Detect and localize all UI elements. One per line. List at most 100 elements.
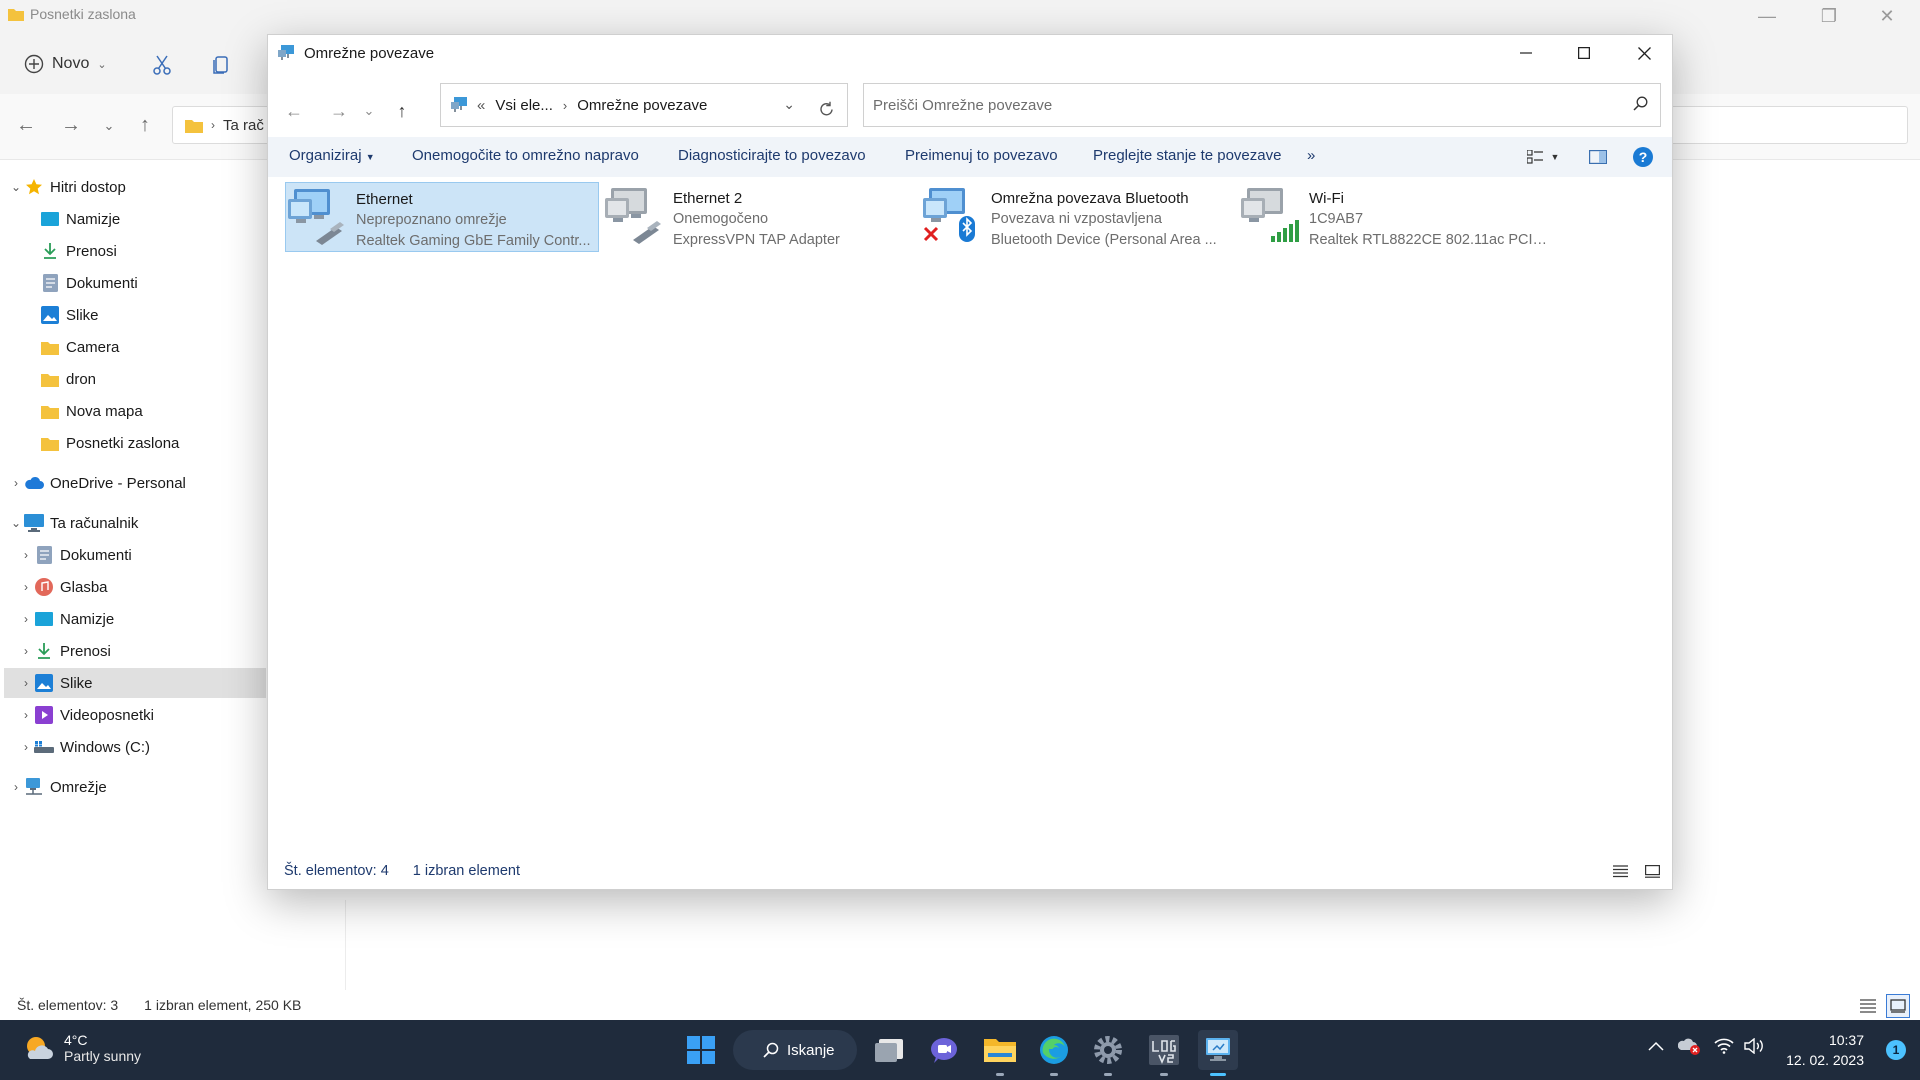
forward-button[interactable]: → xyxy=(58,114,84,137)
task-view-button[interactable] xyxy=(870,1030,910,1070)
chevron-down-icon[interactable]: ⌄ xyxy=(8,516,24,530)
start-button[interactable] xyxy=(681,1030,721,1070)
control-panel-taskbar-button[interactable] xyxy=(1198,1030,1238,1076)
dialog-address-bar[interactable]: « Vsi ele... › Omrežne povezave ⌄ xyxy=(440,83,848,127)
recent-locations-button[interactable]: ⌄ xyxy=(96,118,122,134)
connection-item-bluetooth[interactable]: Omrežna povezava Bluetooth Povezava ni v… xyxy=(921,182,1235,252)
sidebar-item-screenshots[interactable]: Posnetki zaslona xyxy=(40,428,179,458)
close-icon xyxy=(1637,46,1651,60)
close-button[interactable]: ✕ xyxy=(1862,0,1912,32)
disable-device-button[interactable]: Onemogočite to omrežno napravo xyxy=(412,147,639,164)
chevron-right-icon[interactable]: › xyxy=(18,580,34,594)
organize-menu[interactable]: Organiziraj ▼ xyxy=(289,147,375,164)
sidebar-item-music[interactable]: › Glasba xyxy=(18,572,108,602)
restore-button[interactable]: ❐ xyxy=(1804,0,1854,32)
sidebar-item-pictures[interactable]: Slike xyxy=(40,300,99,330)
chevron-right-icon[interactable]: › xyxy=(18,644,34,658)
plus-circle-icon xyxy=(24,54,44,74)
dialog-maximize-button[interactable] xyxy=(1554,35,1614,71)
chevron-right-icon[interactable]: › xyxy=(8,476,24,490)
list-icon xyxy=(1860,999,1876,1013)
search-input[interactable] xyxy=(873,96,1613,114)
minimize-button[interactable]: — xyxy=(1742,0,1792,32)
details-view-button[interactable] xyxy=(1608,859,1632,883)
sidebar-item-onedrive[interactable]: › OneDrive - Personal xyxy=(8,468,186,498)
dialog-close-button[interactable] xyxy=(1614,35,1674,71)
sidebar-item-pc-documents[interactable]: › Dokumenti xyxy=(18,540,132,570)
volume-tray-icon[interactable] xyxy=(1744,1037,1766,1059)
new-button[interactable]: Novo ⌄ xyxy=(24,46,107,82)
sidebar-item-pc-desktop[interactable]: › Namizje xyxy=(18,604,114,634)
sidebar-item-new-folder[interactable]: Nova mapa xyxy=(40,396,143,426)
connection-item-ethernet-2[interactable]: Ethernet 2 Onemogočeno ExpressVPN TAP Ad… xyxy=(603,182,917,252)
breadcrumb-overflow[interactable]: « xyxy=(477,97,485,114)
diagnose-connection-button[interactable]: Diagnosticirajte to povezavo xyxy=(678,147,866,164)
tiles-view-button[interactable] xyxy=(1640,859,1664,883)
help-button[interactable]: ? xyxy=(1632,145,1654,169)
up-button[interactable]: ↑ xyxy=(132,114,158,137)
change-view-button[interactable]: ▼ xyxy=(1522,145,1564,169)
dialog-back-button[interactable]: ← xyxy=(278,95,310,127)
sidebar-item-downloads[interactable]: Prenosi xyxy=(40,236,117,266)
sidebar-item-documents[interactable]: Dokumenti xyxy=(40,268,138,298)
dialog-selection-count: 1 izbran element xyxy=(412,863,520,879)
connection-item-ethernet[interactable]: Ethernet Neprepoznano omrežje Realtek Ga… xyxy=(285,182,599,252)
wifi-tray-icon[interactable] xyxy=(1714,1038,1734,1059)
weather-widget[interactable]: 4°C Partly sunny xyxy=(22,1032,141,1064)
more-commands-button[interactable]: » xyxy=(1307,147,1315,164)
search-icon[interactable] xyxy=(1633,96,1648,115)
cut-button[interactable] xyxy=(146,49,178,81)
connection-item-wifi[interactable]: Wi-Fi 1C9AB7 Realtek RTL8822CE 802.11ac … xyxy=(1239,182,1553,252)
sidebar-item-desktop[interactable]: Namizje xyxy=(40,204,120,234)
logo-app-taskbar-button[interactable] xyxy=(1144,1030,1184,1076)
sidebar-item-pc-downloads[interactable]: › Prenosi xyxy=(18,636,111,666)
sidebar-item-network[interactable]: › Omrežje xyxy=(8,772,107,802)
dialog-forward-button[interactable]: → xyxy=(323,95,355,127)
details-view-button[interactable] xyxy=(1856,994,1880,1018)
dialog-status-bar: Št. elementov: 4 1 izbran element xyxy=(268,853,1672,889)
sidebar-item-quick-access[interactable]: ⌄ Hitri dostop xyxy=(8,172,126,202)
document-icon xyxy=(40,273,60,293)
settings-taskbar-button[interactable] xyxy=(1088,1030,1128,1076)
dialog-minimize-button[interactable] xyxy=(1496,35,1556,71)
dialog-up-button[interactable]: ↑ xyxy=(386,95,418,127)
star-icon xyxy=(24,177,44,197)
sidebar-item-this-pc[interactable]: ⌄ Ta računalnik xyxy=(8,508,138,538)
sidebar-item-videos[interactable]: › Videoposnetki xyxy=(18,700,154,730)
sidebar-label: Omrežje xyxy=(50,778,107,796)
address-dropdown-button[interactable]: ⌄ xyxy=(783,96,795,113)
view-status-button[interactable]: Preglejte stanje te povezave xyxy=(1093,147,1281,164)
copy-button[interactable] xyxy=(206,49,238,81)
teams-chat-button[interactable] xyxy=(924,1030,964,1070)
dialog-search-box[interactable] xyxy=(863,83,1661,127)
dialog-recent-button[interactable]: ⌄ xyxy=(353,95,385,127)
chevron-right-icon[interactable]: › xyxy=(8,780,24,794)
breadcrumb-current[interactable]: Omrežne povezave xyxy=(577,97,707,114)
taskbar-search[interactable]: Iskanje xyxy=(733,1030,857,1070)
edge-taskbar-button[interactable] xyxy=(1034,1030,1074,1076)
chevron-down-icon[interactable]: ⌄ xyxy=(8,180,24,194)
sidebar-label: Dokumenti xyxy=(66,274,138,292)
sidebar-item-dron[interactable]: dron xyxy=(40,364,96,394)
preview-pane-button[interactable] xyxy=(1586,145,1610,169)
sidebar-item-windows-c[interactable]: › Windows (C:) xyxy=(18,732,150,762)
back-button[interactable]: ← xyxy=(13,114,39,137)
chevron-right-icon[interactable]: › xyxy=(18,676,34,690)
chevron-right-icon[interactable]: › xyxy=(18,612,34,626)
refresh-button[interactable] xyxy=(810,93,842,125)
connection-status: Povezava ni vzpostavljena xyxy=(991,211,1162,227)
breadcrumb-parent[interactable]: Vsi ele... xyxy=(495,97,553,114)
taskbar-clock[interactable]: 10:37 12. 02. 2023 xyxy=(1786,1030,1864,1070)
show-hidden-icons-button[interactable] xyxy=(1648,1038,1664,1056)
sidebar-item-pc-pictures[interactable]: › Slike xyxy=(4,668,266,698)
chevron-right-icon[interactable]: › xyxy=(18,740,34,754)
sidebar-item-camera[interactable]: Camera xyxy=(40,332,119,362)
taskbar: 4°C Partly sunny Iskanje 10:37 12. 02. 2… xyxy=(0,1020,1920,1080)
rename-connection-button[interactable]: Preimenuj to povezavo xyxy=(905,147,1058,164)
tiles-view-button[interactable] xyxy=(1886,994,1910,1018)
file-explorer-taskbar-button[interactable] xyxy=(980,1030,1020,1076)
onedrive-tray-icon[interactable] xyxy=(1677,1036,1702,1061)
notification-badge[interactable]: 1 xyxy=(1886,1040,1906,1060)
chevron-right-icon[interactable]: › xyxy=(18,548,34,562)
chevron-right-icon[interactable]: › xyxy=(18,708,34,722)
